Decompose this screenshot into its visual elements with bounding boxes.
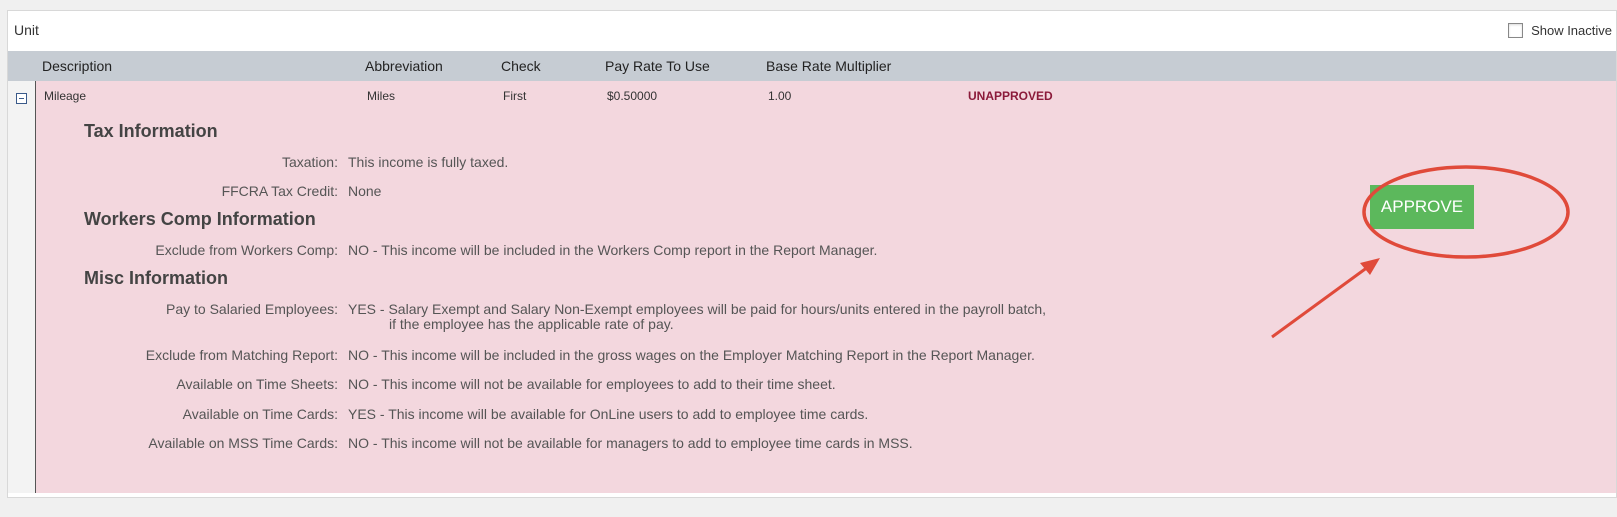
row-pay-rate: $0.50000 — [607, 89, 658, 103]
unit-panel: Unit Show Inactive Description Abbreviat… — [7, 10, 1617, 498]
timecards-value: YES - This income will be available for … — [348, 406, 869, 422]
row-abbreviation: Miles — [367, 89, 396, 103]
row-gutter — [8, 81, 36, 493]
ffcra-label: FFCRA Tax Credit: — [221, 183, 338, 199]
misc-section-title: Misc Information — [84, 268, 229, 288]
table-row[interactable]: Mileage Miles First $0.50000 1.00 UNAPPR… — [8, 87, 1616, 107]
col-abbreviation[interactable]: Abbreviation — [365, 58, 443, 74]
row-description: Mileage — [44, 89, 87, 103]
row-check: First — [503, 89, 527, 103]
col-base-rate-multiplier[interactable]: Base Rate Multiplier — [766, 58, 891, 74]
mss-label: Available on MSS Time Cards: — [148, 435, 338, 451]
taxation-value: This income is fully taxed. — [348, 154, 509, 170]
panel-title: Unit — [14, 22, 39, 38]
col-description[interactable]: Description — [42, 58, 112, 74]
salaried-value-block: YES - Salary Exempt and Salary Non-Exemp… — [348, 301, 1148, 332]
show-inactive-checkbox[interactable] — [1508, 23, 1524, 38]
matching-value: NO - This income will be included in the… — [348, 347, 1035, 363]
show-inactive-label: Show Inactive — [1531, 23, 1612, 38]
show-inactive-toggle[interactable]: Show Inactive — [1508, 23, 1612, 38]
taxation-label: Taxation: — [281, 154, 338, 170]
exclude-workers-comp-label: Exclude from Workers Comp: — [155, 242, 338, 258]
column-header: Description Abbreviation Check Pay Rate … — [8, 51, 1616, 81]
col-check[interactable]: Check — [501, 58, 541, 74]
matching-label: Exclude from Matching Report: — [145, 347, 338, 363]
timecards-label: Available on Time Cards: — [182, 406, 338, 422]
tax-section-title: Tax Information — [84, 121, 218, 141]
mss-value: NO - This income will not be available f… — [348, 435, 913, 451]
row-multiplier: 1.00 — [768, 89, 792, 103]
status-badge: UNAPPROVED — [968, 89, 1053, 103]
salaried-value-cont: if the employee has the applicable rate … — [389, 316, 674, 332]
ffcra-value: None — [348, 183, 382, 199]
approve-button[interactable]: APPROVE — [1370, 185, 1474, 229]
salaried-value: YES - Salary Exempt and Salary Non-Exemp… — [348, 301, 1047, 317]
income-row-expanded: Mileage Miles First $0.50000 1.00 UNAPPR… — [8, 81, 1616, 493]
workers-comp-section-title: Workers Comp Information — [84, 209, 316, 229]
exclude-workers-comp-value: NO - This income will be included in the… — [348, 242, 878, 258]
salaried-label: Pay to Salaried Employees: — [166, 301, 338, 317]
col-pay-rate[interactable]: Pay Rate To Use — [605, 58, 710, 74]
timesheets-label: Available on Time Sheets: — [176, 376, 338, 392]
timesheets-value: NO - This income will not be available f… — [348, 376, 836, 392]
